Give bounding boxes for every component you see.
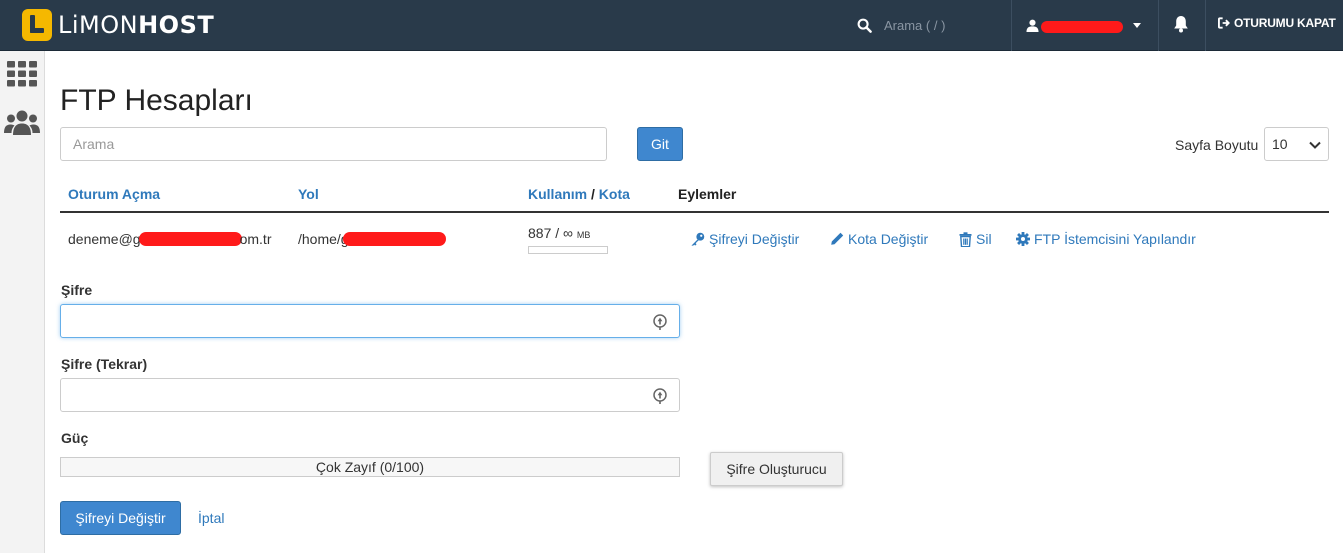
divider <box>1158 0 1159 51</box>
table-header-rule <box>60 211 1329 213</box>
search-icon <box>857 18 872 33</box>
trash-icon <box>959 231 972 247</box>
users-icon <box>4 110 40 135</box>
password-visibility-icon[interactable] <box>653 313 667 331</box>
top-bar: LiMONHOST Arama ( / ) OTURUMU KAPAT <box>0 0 1343 51</box>
page-size-select[interactable]: 10 <box>1264 127 1329 161</box>
login-suffix: om.tr <box>239 231 272 247</box>
user-icon <box>1026 19 1039 32</box>
chevron-down-icon <box>1309 141 1321 149</box>
redacted-path <box>342 232 446 246</box>
page-size-label: Sayfa Boyutu <box>1175 137 1259 153</box>
gear-icon <box>1016 232 1030 246</box>
header-usage[interactable]: Kullanım <box>528 186 587 202</box>
configure-ftp-client-label: FTP İstemcisini Yapılandır <box>1034 231 1196 247</box>
usage-bar <box>528 246 608 254</box>
logo-mark-icon <box>22 9 52 41</box>
usage-unit: MB <box>576 230 591 240</box>
path-prefix: /home/g <box>298 231 349 247</box>
header-usage-quota: Kullanım / Kota <box>528 186 630 202</box>
logout-button[interactable]: OTURUMU KAPAT <box>1218 16 1336 30</box>
key-icon <box>691 232 705 246</box>
usage-sep: / <box>555 225 560 241</box>
divider <box>1011 0 1012 51</box>
global-search[interactable]: Arama ( / ) <box>857 14 945 36</box>
chevron-down-icon <box>1133 22 1141 28</box>
password-field[interactable] <box>60 304 680 338</box>
login-prefix: deneme@g <box>68 231 141 247</box>
header-separator: / <box>591 186 595 202</box>
password-repeat-field[interactable] <box>60 378 680 412</box>
page-title: FTP Hesapları <box>60 84 253 117</box>
row-usage: 887 / ∞ MB <box>528 225 590 241</box>
strength-meter: Çok Zayıf (0/100) <box>60 457 680 477</box>
redacted-username <box>1041 21 1123 33</box>
header-actions: Eylemler <box>678 186 737 202</box>
change-password-label: Şifreyi Değiştir <box>709 231 800 247</box>
header-path[interactable]: Yol <box>298 186 319 202</box>
configure-ftp-client-link[interactable]: FTP İstemcisini Yapılandır <box>1016 231 1196 247</box>
sidebar-item-users[interactable] <box>4 109 40 140</box>
row-login: deneme@g om.tr <box>68 231 271 247</box>
sidebar-item-home[interactable] <box>7 61 37 90</box>
page-size-value: 10 <box>1272 136 1288 152</box>
bell-icon <box>1174 16 1188 33</box>
go-button[interactable]: Git <box>637 127 683 161</box>
change-password-link[interactable]: Şifreyi Değiştir <box>690 231 799 247</box>
strength-text: Çok Zayıf (0/100) <box>315 459 425 475</box>
password-label: Şifre <box>61 282 93 298</box>
change-quota-link[interactable]: Kota Değiştir <box>830 231 928 247</box>
sign-out-icon <box>1218 17 1230 29</box>
password-repeat-label: Şifre (Tekrar) <box>61 356 148 372</box>
header-quota[interactable]: Kota <box>599 186 630 202</box>
row-path: /home/g <box>298 231 446 247</box>
logo-text: LiMONHOST <box>58 11 215 39</box>
global-search-placeholder: Arama ( / ) <box>884 17 946 33</box>
redacted-login <box>138 232 242 246</box>
user-menu[interactable] <box>1026 14 1141 36</box>
notifications-button[interactable] <box>1173 15 1189 36</box>
cancel-link[interactable]: İptal <box>198 510 224 526</box>
header-login[interactable]: Oturum Açma <box>68 186 160 202</box>
logout-label: OTURUMU KAPAT <box>1234 16 1336 30</box>
password-visibility-icon[interactable] <box>653 387 667 405</box>
logo[interactable]: LiMONHOST <box>22 8 214 42</box>
delete-link[interactable]: Sil <box>959 231 992 247</box>
strength-label: Güç <box>61 430 89 446</box>
delete-label: Sil <box>976 231 992 247</box>
change-quota-label: Kota Değiştir <box>848 231 929 247</box>
grid-icon <box>7 61 37 87</box>
submit-change-password-button[interactable]: Şifreyi Değiştir <box>60 501 181 535</box>
password-generator-button[interactable]: Şifre Oluşturucu <box>710 452 843 486</box>
usage-quota: ∞ <box>563 225 574 241</box>
search-input[interactable] <box>60 127 607 161</box>
usage-value: 887 <box>528 225 552 241</box>
pencil-icon <box>831 232 844 245</box>
divider <box>1205 0 1206 51</box>
sidebar <box>0 51 45 553</box>
